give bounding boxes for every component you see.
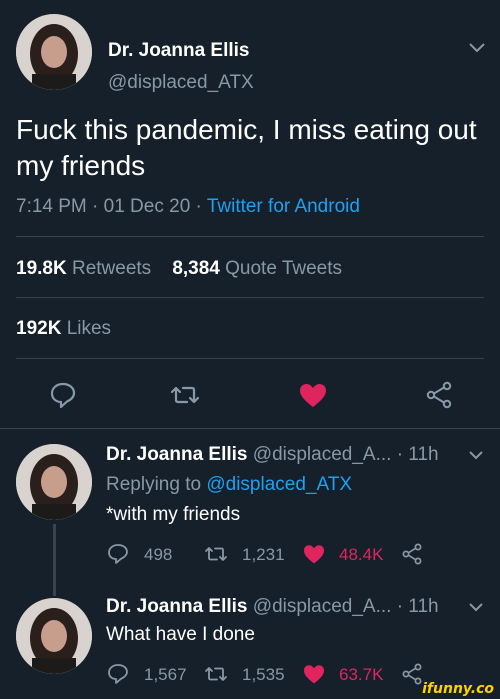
- retweets-count[interactable]: 19.8K: [16, 258, 67, 279]
- divider: [16, 358, 484, 359]
- replying-label: Replying to: [106, 474, 202, 495]
- reply-count: 498: [144, 545, 173, 564]
- reply-icon[interactable]: [106, 542, 130, 566]
- reply-header: Dr. Joanna Ellis @displaced_A... · 11h: [106, 444, 439, 466]
- reply-header: Dr. Joanna Ellis @displaced_A... · 11h: [106, 596, 439, 618]
- author-name[interactable]: Dr. Joanna Ellis: [108, 40, 250, 62]
- avatar[interactable]: [16, 444, 92, 520]
- likes-label[interactable]: Likes: [67, 318, 111, 339]
- quote-label[interactable]: Quote Tweets: [225, 258, 342, 279]
- watermark-logo: ifunny.co: [422, 681, 494, 697]
- author-handle[interactable]: @displaced_A...: [253, 596, 392, 617]
- tweet-time: 7:14 PM · 01 Dec 20 ·: [16, 196, 207, 217]
- likes-count[interactable]: 192K: [16, 318, 61, 339]
- share-icon[interactable]: [400, 662, 424, 686]
- reply-tweet[interactable]: Dr. Joanna Ellis @displaced_A... · 11h W…: [0, 594, 500, 694]
- replying-to: Replying to @displaced_ATX: [106, 474, 352, 496]
- tweet-age: · 11h: [396, 596, 439, 617]
- quote-count[interactable]: 8,384: [172, 258, 220, 279]
- avatar[interactable]: [16, 14, 92, 90]
- reply-icon[interactable]: [106, 662, 130, 686]
- divider: [16, 297, 484, 298]
- tweet-actions: [0, 374, 500, 418]
- author-name[interactable]: Dr. Joanna Ellis: [106, 596, 248, 617]
- avatar[interactable]: [16, 598, 92, 674]
- retweets-label[interactable]: Retweets: [72, 258, 151, 279]
- divider: [0, 428, 500, 429]
- retweet-stats: 19.8K Retweets 8,384 Quote Tweets: [16, 258, 342, 280]
- heart-icon[interactable]: [298, 380, 328, 410]
- reply-text: What have I done: [106, 624, 255, 645]
- tweet-text: Fuck this pandemic, I miss eating out my…: [16, 114, 477, 181]
- retweet-count: 1,535: [242, 665, 285, 684]
- author-handle[interactable]: @displaced_ATX: [108, 72, 254, 94]
- retweet-count: 1,231: [242, 545, 285, 564]
- reply-actions: 498 1,231 48.4K: [106, 542, 436, 568]
- reply-text: *with my friends: [106, 504, 241, 525]
- like-count: 48.4K: [339, 545, 384, 564]
- heart-icon[interactable]: [302, 662, 326, 686]
- tweet-source[interactable]: Twitter for Android: [207, 196, 360, 217]
- heart-icon[interactable]: [302, 542, 326, 566]
- replying-handle[interactable]: @displaced_ATX: [206, 474, 352, 495]
- retweet-icon[interactable]: [204, 662, 228, 686]
- reply-icon[interactable]: [48, 380, 78, 410]
- share-icon[interactable]: [400, 542, 424, 566]
- share-icon[interactable]: [424, 380, 454, 410]
- retweet-icon[interactable]: [170, 380, 200, 410]
- like-count: 63.7K: [339, 665, 384, 684]
- author-name[interactable]: Dr. Joanna Ellis: [106, 444, 248, 465]
- retweet-icon[interactable]: [204, 542, 228, 566]
- reply-actions: 1,567 1,535 63.7K: [106, 662, 436, 688]
- author-handle[interactable]: @displaced_A...: [253, 444, 392, 465]
- chevron-down-icon[interactable]: [468, 602, 484, 612]
- like-stats: 192K Likes: [16, 318, 111, 340]
- tweet-age: · 11h: [396, 444, 439, 465]
- chevron-down-icon[interactable]: [468, 42, 486, 54]
- reply-tweet[interactable]: Dr. Joanna Ellis @displaced_A... · 11h R…: [0, 440, 500, 596]
- chevron-down-icon[interactable]: [468, 450, 484, 460]
- tweet-meta: 7:14 PM · 01 Dec 20 · Twitter for Androi…: [16, 196, 360, 218]
- thread-line: [53, 524, 56, 596]
- reply-count: 1,567: [144, 665, 187, 684]
- tweet-header: Dr. Joanna Ellis @displaced_ATX: [16, 14, 486, 94]
- divider: [16, 236, 484, 237]
